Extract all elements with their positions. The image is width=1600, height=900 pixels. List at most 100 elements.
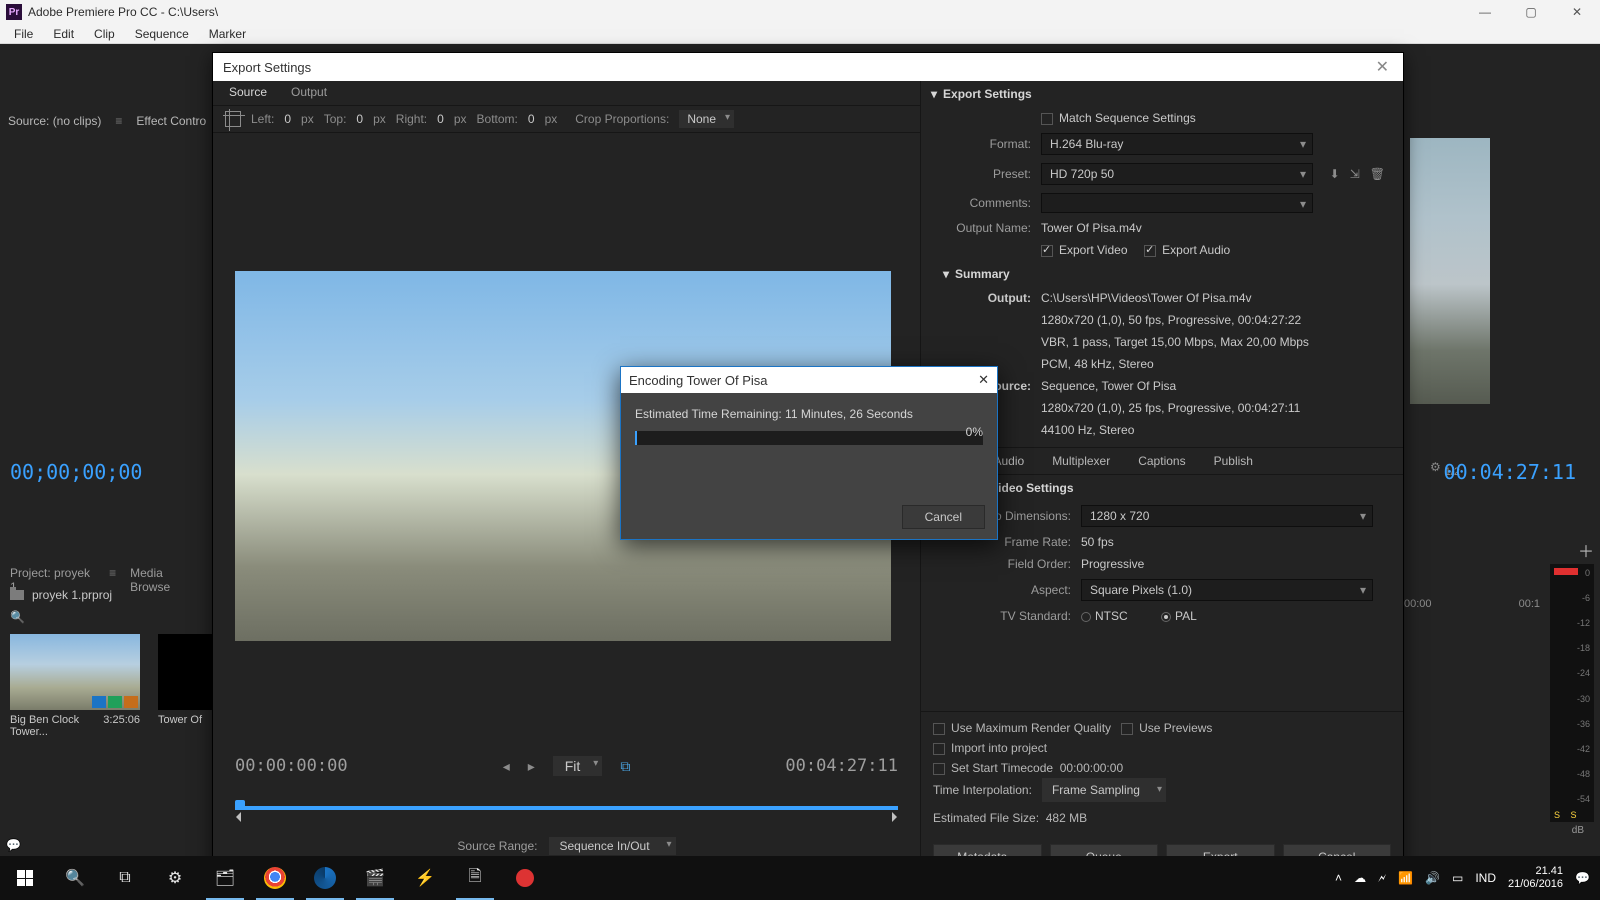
- tray-wifi-icon[interactable]: 📶: [1398, 871, 1413, 885]
- tray-language[interactable]: IND: [1475, 871, 1496, 885]
- tray-onedrive-icon[interactable]: ☁: [1354, 871, 1366, 885]
- taskbar-search-button[interactable]: 🔍: [50, 856, 100, 900]
- aspect-lock-icon[interactable]: ⧉: [620, 758, 630, 775]
- audio-solo-indicator: S S: [1554, 810, 1581, 820]
- search-icon[interactable]: 🔍: [10, 610, 25, 624]
- export-in-timecode[interactable]: 00:00:00:00: [235, 756, 348, 776]
- tray-action-center-icon[interactable]: ▭: [1452, 871, 1463, 885]
- encoding-dialog-close-button[interactable]: ✕: [978, 372, 989, 388]
- taskbar-app-media[interactable]: [300, 856, 350, 900]
- tray-volume-icon[interactable]: 🔊: [1425, 871, 1440, 885]
- field-order-value: Progressive: [1081, 557, 1393, 571]
- tab-publish[interactable]: Publish: [1200, 448, 1267, 474]
- tray-chevron-icon[interactable]: ˄: [1335, 871, 1342, 885]
- encoding-eta: Estimated Time Remaining: 11 Minutes, 26…: [635, 407, 983, 421]
- status-icon: 💬: [6, 838, 21, 852]
- crop-top[interactable]: 0: [356, 112, 363, 126]
- tab-captions[interactable]: Captions: [1124, 448, 1199, 474]
- use-max-render-checkbox[interactable]: [933, 723, 945, 735]
- menu-edit[interactable]: Edit: [43, 25, 84, 43]
- set-start-tc-checkbox[interactable]: [933, 763, 945, 775]
- tray-battery-icon[interactable]: 🗲: [1378, 871, 1386, 886]
- pal-radio[interactable]: [1161, 612, 1171, 622]
- taskbar-app-notepad[interactable]: 🗎: [450, 856, 500, 900]
- encoding-dialog-titlebar[interactable]: Encoding Tower Of Pisa ✕: [621, 367, 997, 393]
- crop-icon[interactable]: [225, 111, 241, 127]
- video-dimensions-dropdown[interactable]: 1280 x 720: [1081, 505, 1373, 527]
- export-audio-checkbox[interactable]: [1144, 245, 1156, 257]
- aspect-dropdown[interactable]: Square Pixels (1.0): [1081, 579, 1373, 601]
- window-close-button[interactable]: ✕: [1554, 0, 1600, 24]
- tray-notifications-icon[interactable]: 💬: [1575, 871, 1590, 885]
- source-range-dropdown[interactable]: Sequence In/Out: [549, 837, 675, 855]
- add-track-button[interactable]: ＋: [1578, 538, 1594, 562]
- bin-name: Tower Of: [158, 714, 202, 726]
- encoding-progress-dialog: Encoding Tower Of Pisa ✕ Estimated Time …: [620, 366, 998, 540]
- start-button[interactable]: [0, 856, 50, 900]
- taskbar-app-premiere[interactable]: 🎬: [350, 856, 400, 900]
- crop-proportions-dropdown[interactable]: None: [679, 110, 734, 128]
- encoding-dialog-title: Encoding Tower Of Pisa: [629, 373, 768, 388]
- frame-rate-value: 50 fps: [1081, 535, 1393, 549]
- export-settings-header[interactable]: ▾ Export Settings: [921, 81, 1403, 107]
- workspace: Source: (no clips) ≡ Effect Contro 00;00…: [0, 44, 1600, 840]
- tab-project[interactable]: Project: proyek 1: [10, 566, 95, 584]
- encoding-cancel-button[interactable]: Cancel: [902, 505, 985, 529]
- taskbar-app-winamp[interactable]: ⚡: [400, 856, 450, 900]
- program-monitor-preview: [1410, 138, 1490, 404]
- menu-marker[interactable]: Marker: [199, 25, 256, 43]
- use-previews-checkbox[interactable]: [1121, 723, 1133, 735]
- tab-source[interactable]: Source: [229, 85, 267, 105]
- export-range-bar[interactable]: [235, 784, 898, 824]
- project-filename: proyek 1.prproj: [32, 588, 112, 602]
- bin-item[interactable]: Tower Of: [158, 634, 208, 738]
- window-minimize-button[interactable]: —: [1462, 0, 1508, 24]
- window-maximize-button[interactable]: ▢: [1508, 0, 1554, 24]
- audio-meter: 0-6-12 -18-24-30 -36-42-48 -54 S S: [1550, 564, 1594, 822]
- taskbar-app-chrome[interactable]: [250, 856, 300, 900]
- system-tray: ˄ ☁ 🗲 📶 🔊 ▭ IND 21.4121/06/2016 💬: [1335, 865, 1600, 891]
- bin-item[interactable]: Big Ben Clock Tower...3:25:06: [10, 634, 140, 738]
- output-name-link[interactable]: Tower Of Pisa.m4v: [1041, 221, 1393, 235]
- tab-effect-controls[interactable]: Effect Contro: [136, 114, 206, 134]
- taskbar-app-record[interactable]: [500, 856, 550, 900]
- import-project-checkbox[interactable]: [933, 743, 945, 755]
- taskbar-app-explorer[interactable]: 🗂: [200, 856, 250, 900]
- folder-icon: [10, 590, 24, 600]
- tab-media-browser[interactable]: Media Browse: [130, 566, 202, 584]
- menu-sequence[interactable]: Sequence: [125, 25, 199, 43]
- menu-clip[interactable]: Clip: [84, 25, 125, 43]
- audio-db-label: dB: [1572, 825, 1584, 836]
- crop-toolbar: Left:0px Top:0px Right:0px Bottom:0px Cr…: [213, 105, 920, 133]
- estimated-file-size: 482 MB: [1046, 811, 1087, 825]
- preset-dropdown[interactable]: HD 720p 50: [1041, 163, 1313, 185]
- export-dialog-titlebar[interactable]: Export Settings ✕: [213, 53, 1403, 81]
- crop-left[interactable]: 0: [284, 112, 291, 126]
- crop-bottom[interactable]: 0: [528, 112, 535, 126]
- comments-field[interactable]: [1041, 193, 1313, 213]
- tab-source-monitor[interactable]: Source: (no clips): [8, 114, 101, 134]
- delete-preset-icon[interactable]: 🗑: [1370, 167, 1385, 181]
- audio-peak-indicator: [1554, 568, 1578, 575]
- summary-header[interactable]: ▾ Summary: [921, 261, 1403, 287]
- task-view-button[interactable]: ⧉: [100, 856, 150, 900]
- menu-file[interactable]: File: [4, 25, 43, 43]
- fit-dropdown[interactable]: Fit: [553, 756, 603, 776]
- crop-right[interactable]: 0: [437, 112, 444, 126]
- tray-clock[interactable]: 21.4121/06/2016: [1508, 865, 1563, 891]
- sequence-timecode: 00:04:27:11: [1444, 460, 1576, 484]
- ntsc-radio[interactable]: [1081, 612, 1091, 622]
- step-back-icon[interactable]: ◂: [503, 758, 510, 775]
- match-sequence-checkbox[interactable]: [1041, 113, 1053, 125]
- tab-output[interactable]: Output: [291, 85, 327, 105]
- time-interpolation-dropdown[interactable]: Frame Sampling: [1042, 778, 1166, 802]
- tab-multiplexer[interactable]: Multiplexer: [1038, 448, 1124, 474]
- save-preset-icon[interactable]: ⬇: [1330, 167, 1340, 181]
- format-dropdown[interactable]: H.264 Blu-ray: [1041, 133, 1313, 155]
- export-video-checkbox[interactable]: [1041, 245, 1053, 257]
- step-fwd-icon[interactable]: ▸: [528, 758, 535, 775]
- import-preset-icon[interactable]: ⇲: [1350, 167, 1360, 181]
- settings-button[interactable]: ⚙: [150, 856, 200, 900]
- export-out-timecode[interactable]: 00:04:27:11: [785, 756, 898, 776]
- export-dialog-close-button[interactable]: ✕: [1372, 57, 1393, 77]
